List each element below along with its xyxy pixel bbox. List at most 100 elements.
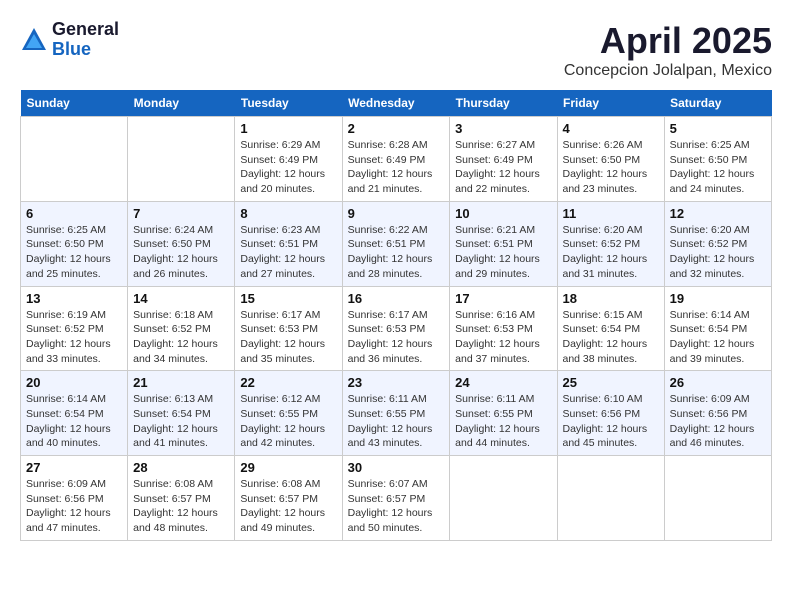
table-row: 20 Sunrise: 6:14 AM Sunset: 6:54 PM Dayli…: [21, 371, 128, 456]
day-info: Sunrise: 6:11 AM Sunset: 6:55 PM Dayligh…: [348, 392, 445, 451]
day-info: Sunrise: 6:15 AM Sunset: 6:54 PM Dayligh…: [563, 308, 659, 367]
day-number: 9: [348, 206, 445, 221]
day-info: Sunrise: 6:08 AM Sunset: 6:57 PM Dayligh…: [133, 477, 229, 536]
location-title: Concepcion Jolalpan, Mexico: [564, 62, 772, 80]
day-info: Sunrise: 6:13 AM Sunset: 6:54 PM Dayligh…: [133, 392, 229, 451]
col-saturday: Saturday: [664, 90, 771, 117]
col-sunday: Sunday: [21, 90, 128, 117]
table-row: 30 Sunrise: 6:07 AM Sunset: 6:57 PM Dayli…: [342, 456, 450, 541]
col-thursday: Thursday: [450, 90, 557, 117]
day-info: Sunrise: 6:09 AM Sunset: 6:56 PM Dayligh…: [670, 392, 766, 451]
table-row: [450, 456, 557, 541]
logo-icon: [20, 26, 48, 54]
table-row: 13 Sunrise: 6:19 AM Sunset: 6:52 PM Dayli…: [21, 286, 128, 371]
month-title: April 2025: [564, 20, 772, 62]
table-row: 24 Sunrise: 6:11 AM Sunset: 6:55 PM Dayli…: [450, 371, 557, 456]
calendar-week-row: 20 Sunrise: 6:14 AM Sunset: 6:54 PM Dayli…: [21, 371, 772, 456]
day-info: Sunrise: 6:21 AM Sunset: 6:51 PM Dayligh…: [455, 223, 551, 282]
day-info: Sunrise: 6:25 AM Sunset: 6:50 PM Dayligh…: [26, 223, 122, 282]
day-info: Sunrise: 6:10 AM Sunset: 6:56 PM Dayligh…: [563, 392, 659, 451]
day-info: Sunrise: 6:26 AM Sunset: 6:50 PM Dayligh…: [563, 138, 659, 197]
table-row: 23 Sunrise: 6:11 AM Sunset: 6:55 PM Dayli…: [342, 371, 450, 456]
day-info: Sunrise: 6:12 AM Sunset: 6:55 PM Dayligh…: [240, 392, 336, 451]
table-row: 8Sunrise: 6:23 AM Sunset: 6:51 PM Daylig…: [235, 201, 342, 286]
table-row: [557, 456, 664, 541]
col-friday: Friday: [557, 90, 664, 117]
day-info: Sunrise: 6:28 AM Sunset: 6:49 PM Dayligh…: [348, 138, 445, 197]
table-row: 12 Sunrise: 6:20 AM Sunset: 6:52 PM Dayli…: [664, 201, 771, 286]
table-row: 3Sunrise: 6:27 AM Sunset: 6:49 PM Daylig…: [450, 117, 557, 202]
logo-general: General: [52, 20, 119, 40]
table-row: 22 Sunrise: 6:12 AM Sunset: 6:55 PM Dayli…: [235, 371, 342, 456]
day-number: 27: [26, 460, 122, 475]
col-monday: Monday: [128, 90, 235, 117]
day-info: Sunrise: 6:18 AM Sunset: 6:52 PM Dayligh…: [133, 308, 229, 367]
day-info: Sunrise: 6:19 AM Sunset: 6:52 PM Dayligh…: [26, 308, 122, 367]
table-row: 14 Sunrise: 6:18 AM Sunset: 6:52 PM Dayli…: [128, 286, 235, 371]
day-number: 21: [133, 375, 229, 390]
table-row: 26Sunrise: 6:09 AM Sunset: 6:56 PM Dayli…: [664, 371, 771, 456]
day-info: Sunrise: 6:24 AM Sunset: 6:50 PM Dayligh…: [133, 223, 229, 282]
day-info: Sunrise: 6:20 AM Sunset: 6:52 PM Dayligh…: [563, 223, 659, 282]
table-row: 29Sunrise: 6:08 AM Sunset: 6:57 PM Dayli…: [235, 456, 342, 541]
table-row: 6 Sunrise: 6:25 AM Sunset: 6:50 PM Daylig…: [21, 201, 128, 286]
page-header: General Blue April 2025 Concepcion Jolal…: [20, 20, 772, 80]
table-row: 9 Sunrise: 6:22 AM Sunset: 6:51 PM Daylig…: [342, 201, 450, 286]
day-number: 30: [348, 460, 445, 475]
table-row: 21 Sunrise: 6:13 AM Sunset: 6:54 PM Dayli…: [128, 371, 235, 456]
day-info: Sunrise: 6:22 AM Sunset: 6:51 PM Dayligh…: [348, 223, 445, 282]
day-info: Sunrise: 6:11 AM Sunset: 6:55 PM Dayligh…: [455, 392, 551, 451]
logo-blue: Blue: [52, 40, 119, 60]
day-info: Sunrise: 6:14 AM Sunset: 6:54 PM Dayligh…: [26, 392, 122, 451]
table-row: 10 Sunrise: 6:21 AM Sunset: 6:51 PM Dayli…: [450, 201, 557, 286]
calendar-week-row: 6 Sunrise: 6:25 AM Sunset: 6:50 PM Daylig…: [21, 201, 772, 286]
calendar-table: Sunday Monday Tuesday Wednesday Thursday…: [20, 90, 772, 541]
table-row: 28 Sunrise: 6:08 AM Sunset: 6:57 PM Dayli…: [128, 456, 235, 541]
day-number: 13: [26, 291, 122, 306]
day-number: 28: [133, 460, 229, 475]
day-number: 23: [348, 375, 445, 390]
table-row: 7Sunrise: 6:24 AM Sunset: 6:50 PM Daylig…: [128, 201, 235, 286]
day-number: 22: [240, 375, 336, 390]
day-number: 19: [670, 291, 766, 306]
table-row: [21, 117, 128, 202]
table-row: 18Sunrise: 6:15 AM Sunset: 6:54 PM Dayli…: [557, 286, 664, 371]
table-row: 27 Sunrise: 6:09 AM Sunset: 6:56 PM Dayli…: [21, 456, 128, 541]
day-info: Sunrise: 6:29 AM Sunset: 6:49 PM Dayligh…: [240, 138, 336, 197]
table-row: 4 Sunrise: 6:26 AM Sunset: 6:50 PM Daylig…: [557, 117, 664, 202]
day-number: 2: [348, 121, 445, 136]
col-tuesday: Tuesday: [235, 90, 342, 117]
day-number: 25: [563, 375, 659, 390]
day-info: Sunrise: 6:17 AM Sunset: 6:53 PM Dayligh…: [240, 308, 336, 367]
logo-text: General Blue: [52, 20, 119, 60]
calendar-week-row: 13 Sunrise: 6:19 AM Sunset: 6:52 PM Dayli…: [21, 286, 772, 371]
calendar-header-row: Sunday Monday Tuesday Wednesday Thursday…: [21, 90, 772, 117]
day-info: Sunrise: 6:08 AM Sunset: 6:57 PM Dayligh…: [240, 477, 336, 536]
table-row: 1Sunrise: 6:29 AM Sunset: 6:49 PM Daylig…: [235, 117, 342, 202]
day-info: Sunrise: 6:07 AM Sunset: 6:57 PM Dayligh…: [348, 477, 445, 536]
day-number: 16: [348, 291, 445, 306]
table-row: 2 Sunrise: 6:28 AM Sunset: 6:49 PM Daylig…: [342, 117, 450, 202]
day-number: 10: [455, 206, 551, 221]
calendar-week-row: 27 Sunrise: 6:09 AM Sunset: 6:56 PM Dayli…: [21, 456, 772, 541]
day-number: 20: [26, 375, 122, 390]
table-row: 11Sunrise: 6:20 AM Sunset: 6:52 PM Dayli…: [557, 201, 664, 286]
day-number: 14: [133, 291, 229, 306]
day-info: Sunrise: 6:20 AM Sunset: 6:52 PM Dayligh…: [670, 223, 766, 282]
col-wednesday: Wednesday: [342, 90, 450, 117]
day-info: Sunrise: 6:17 AM Sunset: 6:53 PM Dayligh…: [348, 308, 445, 367]
day-number: 4: [563, 121, 659, 136]
table-row: 5Sunrise: 6:25 AM Sunset: 6:50 PM Daylig…: [664, 117, 771, 202]
day-number: 6: [26, 206, 122, 221]
day-info: Sunrise: 6:09 AM Sunset: 6:56 PM Dayligh…: [26, 477, 122, 536]
title-block: April 2025 Concepcion Jolalpan, Mexico: [564, 20, 772, 80]
table-row: [128, 117, 235, 202]
calendar-week-row: 1Sunrise: 6:29 AM Sunset: 6:49 PM Daylig…: [21, 117, 772, 202]
day-number: 5: [670, 121, 766, 136]
table-row: 25 Sunrise: 6:10 AM Sunset: 6:56 PM Dayli…: [557, 371, 664, 456]
day-number: 24: [455, 375, 551, 390]
day-info: Sunrise: 6:23 AM Sunset: 6:51 PM Dayligh…: [240, 223, 336, 282]
day-number: 12: [670, 206, 766, 221]
day-info: Sunrise: 6:14 AM Sunset: 6:54 PM Dayligh…: [670, 308, 766, 367]
day-number: 3: [455, 121, 551, 136]
